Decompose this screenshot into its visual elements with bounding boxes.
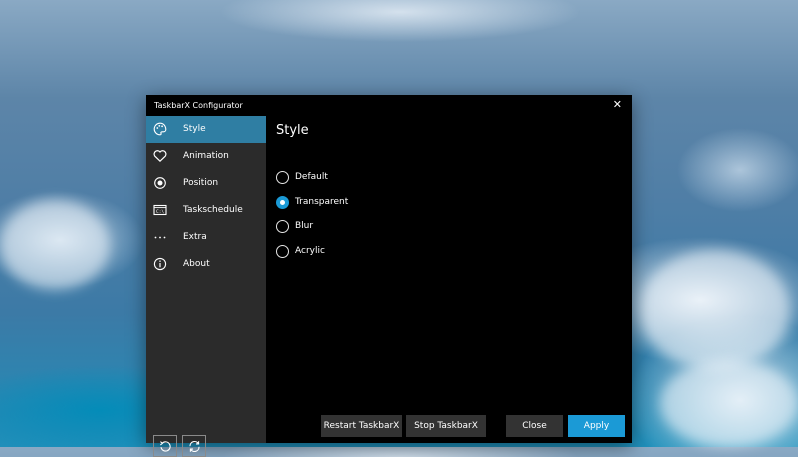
refresh-button[interactable] (182, 435, 206, 457)
title-bar: TaskbarX Configurator ✕ (146, 95, 632, 116)
sidebar-item-label: Extra (183, 232, 207, 242)
close-button[interactable]: Close (506, 415, 563, 437)
sidebar-item-label: Animation (183, 151, 229, 161)
sidebar-item-style[interactable]: Style (146, 116, 266, 143)
sidebar-item-label: Style (183, 124, 206, 134)
sidebar-item-position[interactable]: Position (146, 170, 266, 197)
radio-label: Acrylic (295, 246, 325, 256)
radio-label: Default (295, 172, 328, 182)
radio-target-icon (153, 176, 167, 190)
svg-text:C:\: C:\ (156, 209, 164, 215)
style-panel: Style Default Transparent Blur Acrylic R… (266, 116, 632, 443)
sidebar-item-animation[interactable]: Animation (146, 143, 266, 170)
console-icon: C:\ (153, 203, 167, 217)
wallpaper-spray (660, 360, 798, 447)
heart-icon (153, 149, 167, 163)
window-title: TaskbarX Configurator (154, 101, 243, 110)
sidebar-item-label: About (183, 259, 210, 269)
page-title: Style (276, 123, 309, 138)
configurator-window: TaskbarX Configurator ✕ Style Animation … (146, 95, 632, 457)
radio-label: Blur (295, 221, 314, 231)
radio-button[interactable] (276, 220, 289, 233)
info-icon (153, 257, 167, 271)
radio-button[interactable] (276, 245, 289, 258)
palette-icon (153, 122, 167, 136)
apply-button[interactable]: Apply (568, 415, 625, 437)
wallpaper-spray (0, 200, 110, 290)
sidebar-item-taskschedule[interactable]: C:\ Taskschedule (146, 197, 266, 224)
sidebar-item-label: Position (183, 178, 219, 188)
more-dots-icon (153, 230, 167, 244)
sidebar: Style Animation Position C:\ Taskschedul… (146, 116, 266, 457)
close-window-icon[interactable]: ✕ (613, 98, 622, 112)
wallpaper-spray (640, 250, 790, 370)
radio-button[interactable] (276, 171, 289, 184)
undo-button[interactable] (153, 435, 177, 457)
radio-label: Transparent (295, 197, 349, 207)
sidebar-item-label: Taskschedule (183, 205, 243, 215)
sidebar-item-extra[interactable]: Extra (146, 224, 266, 251)
restart-taskbarx-button[interactable]: Restart TaskbarX (321, 415, 402, 437)
sidebar-item-about[interactable]: About (146, 251, 266, 278)
stop-taskbarx-button[interactable]: Stop TaskbarX (406, 415, 486, 437)
radio-button-selected[interactable] (276, 196, 289, 209)
